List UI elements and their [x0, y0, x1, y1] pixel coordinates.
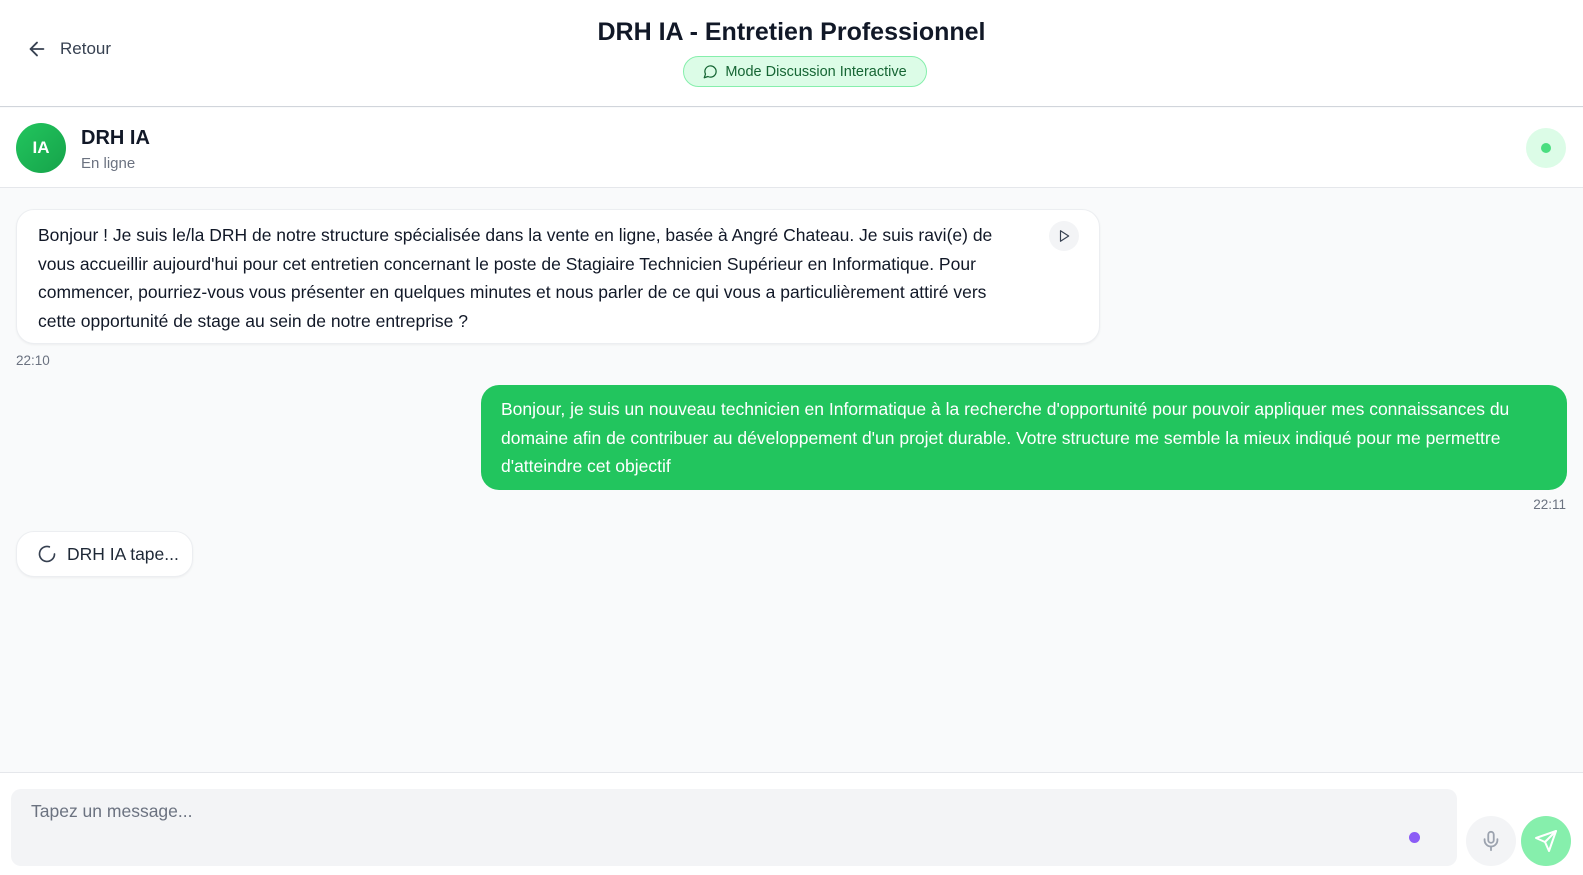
ai-message-text: Bonjour ! Je suis le/la DRH de notre str… [38, 225, 993, 331]
mode-badge: Mode Discussion Interactive [683, 56, 927, 87]
online-indicator [1526, 128, 1566, 168]
ai-message-bubble: Bonjour ! Je suis le/la DRH de notre str… [16, 209, 1100, 344]
contact-name: DRH IA [81, 127, 150, 149]
typing-text: DRH IA tape... [67, 543, 179, 564]
mode-badge-label: Mode Discussion Interactive [725, 63, 907, 80]
send-icon [1535, 830, 1557, 852]
avatar: IA [16, 123, 66, 173]
ai-message-time: 22:10 [16, 353, 50, 368]
loader-icon [38, 545, 56, 563]
send-button[interactable] [1521, 816, 1571, 866]
top-header: Retour DRH IA - Entretien Professionnel … [0, 0, 1583, 107]
microphone-icon [1483, 830, 1499, 852]
user-message-time: 22:11 [1533, 497, 1566, 512]
input-status-dot [1409, 832, 1420, 843]
message-input[interactable] [11, 789, 1457, 866]
page-title: DRH IA - Entretien Professionnel [597, 18, 986, 46]
play-audio-button[interactable] [1049, 221, 1079, 251]
online-dot-icon [1541, 143, 1551, 153]
contact-status: En ligne [81, 155, 136, 172]
message-circle-icon [703, 65, 718, 79]
play-icon [1059, 230, 1070, 242]
typing-indicator: DRH IA tape... [16, 531, 193, 577]
microphone-button[interactable] [1466, 816, 1516, 866]
user-message-bubble: Bonjour, je suis un nouveau technicien e… [481, 385, 1567, 490]
contact-bar: IA DRH IA En ligne [0, 108, 1583, 188]
user-message-text: Bonjour, je suis un nouveau technicien e… [501, 399, 1510, 476]
composer [0, 772, 1583, 875]
